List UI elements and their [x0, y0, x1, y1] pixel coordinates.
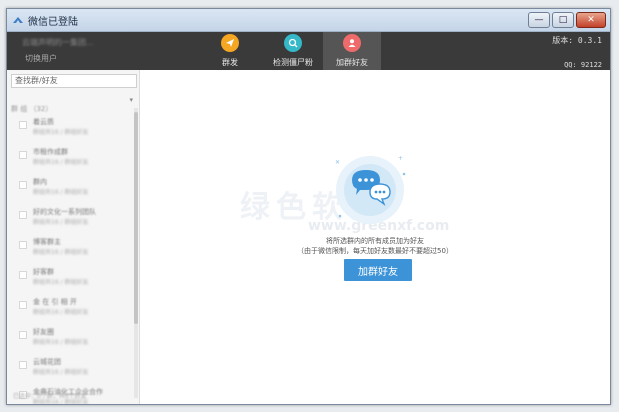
group-checkbox[interactable]	[19, 121, 27, 129]
group-checkbox[interactable]	[19, 241, 27, 249]
group-checkbox[interactable]	[19, 361, 27, 369]
group-checkbox[interactable]	[19, 301, 27, 309]
maximize-button[interactable]: □	[552, 12, 574, 28]
group-name: 博客群主	[33, 238, 61, 246]
group-sidebar: 查找群/好友 群 组 （32） ▾ 着云质 群组共16 / 群组好友 市租作成群…	[7, 70, 140, 404]
group-checkbox[interactable]	[19, 211, 27, 219]
selection-summary: 已选中：0个群，共0个好友	[13, 393, 87, 400]
group-subtitle: 群组共16 / 群组好友	[33, 129, 89, 136]
group-name: 云城花团	[33, 358, 61, 366]
window-title: 微信已登陆	[28, 17, 78, 28]
group-list-item[interactable]: 好友圈 群组共16 / 群组好友	[7, 320, 133, 350]
group-subtitle: 群组共16 / 群组好友	[33, 339, 89, 346]
group-name: 好友圈	[33, 328, 54, 336]
group-subtitle: 群组共16 / 群组好友	[33, 219, 89, 226]
group-subtitle: 群组共16 / 群组好友	[33, 189, 89, 196]
send-icon	[221, 34, 239, 52]
group-name: 着云质	[33, 118, 54, 126]
group-checkbox[interactable]	[19, 331, 27, 339]
group-checkbox[interactable]	[19, 151, 27, 159]
group-name: 好客群	[33, 268, 54, 276]
svg-text:+: +	[398, 155, 403, 162]
add-group-friends-button[interactable]: 加群好友	[344, 259, 412, 281]
tab-detect-zombie-fans[interactable]: 检测僵尸粉	[265, 32, 321, 70]
group-subtitle: 群组共16 / 群组好友	[33, 249, 89, 256]
title-bar[interactable]: 微信已登陆 — □ ✕	[7, 9, 610, 32]
minimize-button[interactable]: —	[528, 12, 550, 28]
group-name: 金 在 引 相 开	[33, 298, 77, 306]
group-list-item[interactable]: 市租作成群 群组共16 / 群组好友	[7, 140, 133, 170]
switch-user-link[interactable]: 切换用户	[25, 53, 57, 64]
qq-label: QQ: 92122	[564, 61, 602, 69]
user-name: 云端声明的一集团...	[22, 38, 94, 47]
tab-mass-send-label: 群发	[222, 58, 238, 67]
group-list-item[interactable]: 着云质 群组共16 / 群组好友	[7, 110, 133, 140]
group-list-item[interactable]: 好客群 群组共16 / 群组好友	[7, 260, 133, 290]
window-controls: — □ ✕	[528, 12, 606, 28]
tab-detect-zombie-fans-label: 检测僵尸粉	[273, 58, 313, 67]
chevron-down-icon[interactable]: ▾	[129, 96, 133, 104]
group-list-item[interactable]: 群内 群组共16 / 群组好友	[7, 170, 133, 200]
person-icon	[343, 34, 361, 52]
group-list-item[interactable]: 好的文化一系列团队 群组共16 / 群组好友	[7, 200, 133, 230]
group-name: 市租作成群	[33, 148, 68, 156]
group-subtitle: 群组共16 / 群组好友	[33, 369, 89, 376]
tab-add-group-friends[interactable]: 加群好友	[323, 32, 381, 70]
group-subtitle: 群组共16 / 群组好友	[33, 309, 89, 316]
group-list: 着云质 群组共16 / 群组好友 市租作成群 群组共16 / 群组好友 群内 群…	[7, 110, 133, 404]
group-list-header[interactable]: 群 组 （32） ▾	[11, 96, 133, 113]
version-label: 版本: 0.3.1	[552, 36, 602, 45]
group-list-item[interactable]: 云城花团 群组共16 / 群组好友	[7, 350, 133, 380]
group-chat-illustration-icon: ✕ +	[335, 155, 406, 224]
group-checkbox[interactable]	[19, 271, 27, 279]
group-list-item[interactable]: 金 在 引 相 开 群组共16 / 群组好友	[7, 290, 133, 320]
app-window: 微信已登陆 — □ ✕ 云端声明的一集团... 切换用户 群发 检测僵尸粉 加群…	[6, 8, 611, 405]
scrollbar-thumb[interactable]	[134, 112, 138, 324]
search-input[interactable]: 查找群/好友	[11, 74, 137, 88]
sidebar-scrollbar[interactable]	[134, 108, 138, 398]
close-button[interactable]: ✕	[576, 12, 606, 28]
group-list-item[interactable]: 博客群主 群组共16 / 群组好友	[7, 230, 133, 260]
group-name: 好的文化一系列团队	[33, 208, 96, 216]
description-line-1: 将所选群内的所有成员加为好友	[326, 237, 424, 245]
tab-mass-send[interactable]: 群发	[207, 32, 253, 70]
svg-text:✕: ✕	[335, 159, 340, 166]
group-subtitle: 群组共16 / 群组好友	[33, 159, 89, 166]
description-line-2: （由于微信限制，每天加好友数最好不要超过50）	[297, 247, 453, 255]
tab-add-group-friends-label: 加群好友	[336, 58, 368, 67]
main-panel: 绿色软件 www.greenxf.com ✕ + 将所选群内的所有成员加为好友 …	[140, 70, 610, 404]
group-checkbox[interactable]	[19, 181, 27, 189]
scan-icon	[284, 34, 302, 52]
top-header: 云端声明的一集团... 切换用户 群发 检测僵尸粉 加群好友 版本: 0.3.1…	[7, 32, 610, 70]
group-name: 群内	[33, 178, 47, 186]
app-logo-icon	[13, 17, 23, 23]
group-subtitle: 群组共16 / 群组好友	[33, 279, 89, 286]
